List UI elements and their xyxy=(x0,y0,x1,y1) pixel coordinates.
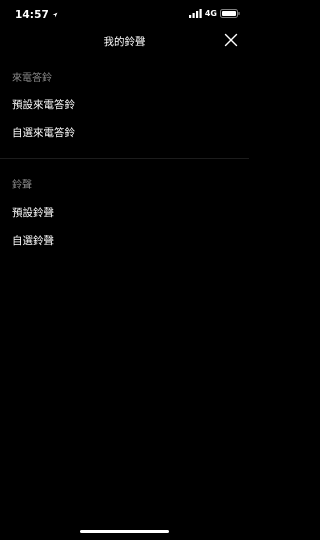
status-indicators: 4G xyxy=(188,9,240,18)
status-time-group: 14:57 xyxy=(15,9,58,21)
home-indicator[interactable] xyxy=(80,530,169,533)
status-time: 14:57 xyxy=(15,9,49,21)
section-divider xyxy=(0,158,249,159)
list-item-default-ringtone[interactable]: 預設鈴聲 xyxy=(12,205,54,220)
section-header-ringback: 來電答鈴 xyxy=(12,73,52,84)
network-type: 4G xyxy=(204,9,217,18)
signal-bars-icon xyxy=(188,9,202,18)
close-button[interactable] xyxy=(223,32,239,48)
battery-icon xyxy=(220,9,240,18)
close-icon xyxy=(224,33,238,47)
section-header-ringtone: 鈴聲 xyxy=(12,180,32,191)
page-title: 我的鈴聲 xyxy=(103,36,146,48)
list-item-custom-ringtone[interactable]: 自選鈴聲 xyxy=(12,233,54,248)
list-item-custom-ringback[interactable]: 自選來電答鈴 xyxy=(12,125,75,140)
navigation-header: 我的鈴聲 xyxy=(0,28,249,54)
list-item-default-ringback[interactable]: 預設來電答鈴 xyxy=(12,97,75,112)
location-arrow-icon xyxy=(52,12,58,18)
status-bar: 14:57 4G xyxy=(0,0,249,28)
